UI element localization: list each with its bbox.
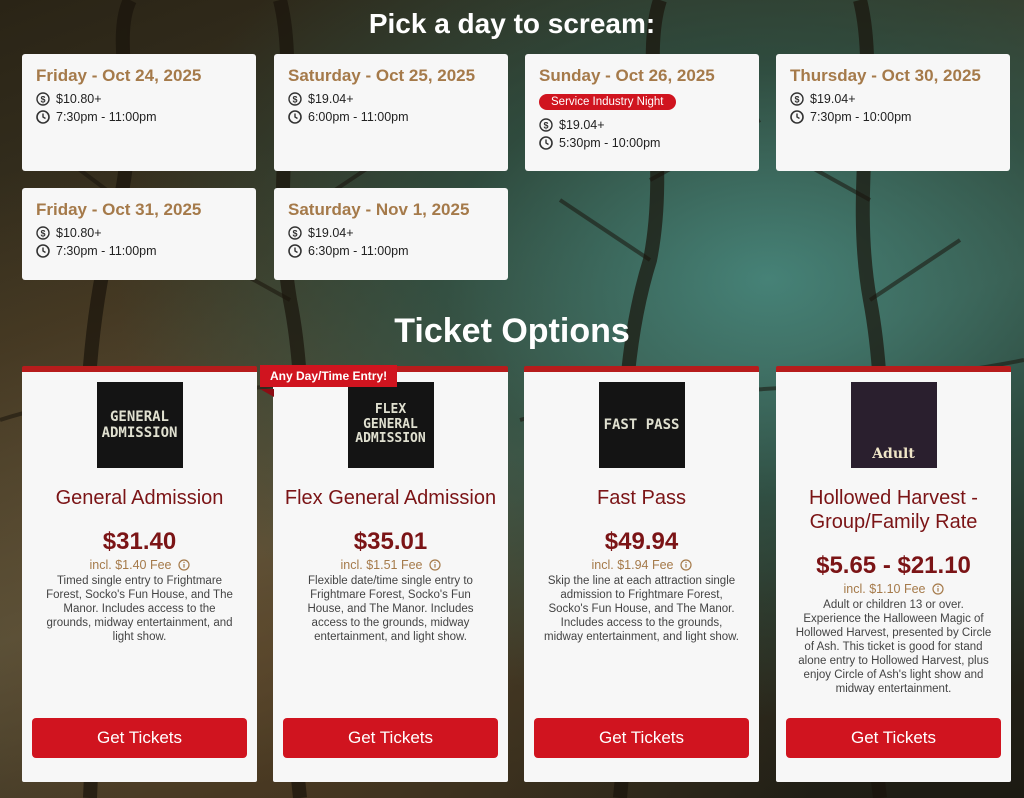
- ticket-image: FLEX GENERAL ADMISSION: [347, 382, 434, 468]
- clock-icon: [288, 244, 302, 258]
- ticket-description: Timed single entry to Frightmare Forest,…: [46, 575, 233, 643]
- day-card-nov-1[interactable]: Saturday - Nov 1, 2025 $ $19.04+ 6:30pm -…: [274, 188, 508, 280]
- ticket-options-heading: Ticket Options: [394, 312, 630, 350]
- day-card-oct-30[interactable]: Thursday - Oct 30, 2025 $ $19.04+ 7:30pm …: [776, 54, 1010, 171]
- day-price: $19.04+: [559, 118, 605, 132]
- day-date: Thursday - Oct 30, 2025: [790, 66, 981, 85]
- clock-icon: [36, 244, 50, 258]
- day-date: Sunday - Oct 26, 2025: [539, 66, 715, 85]
- svg-text:$: $: [292, 229, 297, 239]
- ticket-card-flex-general-admission: FLEX GENERAL ADMISSION Flex General Admi…: [273, 366, 508, 782]
- day-price: $19.04+: [308, 226, 354, 240]
- clock-icon: [539, 136, 553, 150]
- ticket-name: Flex General Admission: [284, 487, 497, 509]
- day-date: Friday - Oct 31, 2025: [36, 200, 202, 219]
- day-time: 6:00pm - 11:00pm: [308, 110, 409, 124]
- ticket-price: $31.40: [102, 528, 177, 555]
- get-tickets-button[interactable]: Get Tickets: [283, 718, 498, 758]
- ticket-description: Adult or children 13 or over. Experience…: [795, 599, 992, 695]
- ticket-fee: incl. $1.40 Fee: [89, 558, 172, 572]
- day-price: $19.04+: [810, 92, 856, 106]
- dollar-circle-icon: $: [539, 118, 553, 132]
- ticket-name: Fast Pass: [597, 487, 686, 509]
- day-price: $10.80+: [56, 226, 102, 240]
- svg-text:$: $: [40, 229, 45, 239]
- day-price: $10.80+: [56, 92, 102, 106]
- dollar-circle-icon: $: [288, 92, 302, 106]
- day-card-oct-25[interactable]: Saturday - Oct 25, 2025 $ $19.04+ 6:00pm …: [274, 54, 508, 171]
- ticket-image: FAST PASS: [598, 382, 685, 468]
- ticket-price: $5.65 - $21.10: [816, 552, 971, 579]
- dollar-circle-icon: $: [36, 226, 50, 240]
- clock-icon: [36, 110, 50, 124]
- day-card-oct-26[interactable]: Sunday - Oct 26, 2025 Service Industry N…: [525, 54, 759, 171]
- ticket-fee: incl. $1.94 Fee: [591, 558, 674, 572]
- dollar-circle-icon: $: [790, 92, 804, 106]
- day-card-oct-31[interactable]: Friday - Oct 31, 2025 $ $10.80+ 7:30pm - …: [22, 188, 256, 280]
- day-card-oct-24[interactable]: Friday - Oct 24, 2025 $ $10.80+ 7:30pm - …: [22, 54, 256, 171]
- day-time: 7:30pm - 11:00pm: [56, 244, 157, 258]
- get-tickets-button[interactable]: Get Tickets: [32, 718, 247, 758]
- ribbon-tail: [260, 389, 274, 397]
- get-tickets-button[interactable]: Get Tickets: [534, 718, 749, 758]
- svg-text:$: $: [292, 95, 297, 105]
- ticket-image: Adult: [850, 382, 937, 468]
- ticket-image: GENERAL ADMISSION: [96, 382, 183, 468]
- get-tickets-button[interactable]: Get Tickets: [786, 718, 1001, 758]
- clock-icon: [288, 110, 302, 124]
- day-time: 7:30pm - 10:00pm: [810, 110, 912, 124]
- svg-text:$: $: [543, 121, 548, 131]
- ticket-fee: incl. $1.51 Fee: [340, 558, 423, 572]
- ticket-name: Hollowed Harvest - Group/Family Rate: [809, 487, 978, 533]
- day-date: Friday - Oct 24, 2025: [36, 66, 202, 85]
- ticket-price: $49.94: [604, 528, 679, 555]
- day-time: 6:30pm - 11:00pm: [308, 244, 409, 258]
- ticket-description: Flexible date/time single entry to Frigh…: [307, 575, 474, 643]
- service-industry-badge: Service Industry Night: [539, 94, 676, 110]
- svg-text:$: $: [794, 95, 799, 105]
- info-icon[interactable]: [931, 583, 944, 595]
- day-date: Saturday - Oct 25, 2025: [288, 66, 476, 85]
- dollar-circle-icon: $: [288, 226, 302, 240]
- ticket-card-hollowed-harvest: Adult Hollowed Harvest - Group/Family Ra…: [776, 366, 1011, 782]
- ticket-price: $35.01: [353, 528, 428, 555]
- dollar-circle-icon: $: [36, 92, 50, 106]
- info-icon[interactable]: [679, 559, 692, 571]
- day-date: Saturday - Nov 1, 2025: [288, 200, 470, 219]
- any-day-time-ribbon: Any Day/Time Entry!: [260, 365, 398, 387]
- day-time: 7:30pm - 11:00pm: [56, 110, 157, 124]
- ticket-card-fast-pass: FAST PASS Fast Pass $49.94 incl. $1.94 F…: [524, 366, 759, 782]
- ticket-card-general-admission: GENERAL ADMISSION General Admission $31.…: [22, 366, 257, 782]
- clock-icon: [790, 110, 804, 124]
- day-price: $19.04+: [308, 92, 354, 106]
- pick-day-heading: Pick a day to scream:: [368, 8, 656, 39]
- day-time: 5:30pm - 10:00pm: [559, 136, 661, 150]
- ticket-name: General Admission: [55, 487, 224, 509]
- ticket-fee: incl. $1.10 Fee: [843, 582, 926, 596]
- info-icon[interactable]: [428, 559, 441, 571]
- svg-text:$: $: [40, 95, 45, 105]
- info-icon[interactable]: [177, 559, 190, 571]
- ticket-description: Skip the line at each attraction single …: [544, 575, 739, 643]
